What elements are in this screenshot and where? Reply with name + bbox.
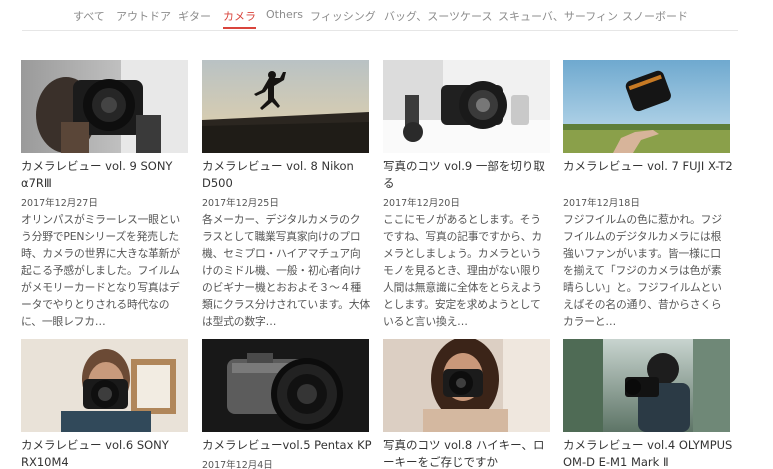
- article-date: 2017年12月4日: [202, 460, 273, 469]
- category-nav: すべて アウトドア ギター カメラ Others フィッシング バッグ、スーツケース スキュー…: [0, 0, 773, 31]
- article-date: 2017年12月20日: [383, 198, 460, 209]
- article-date: 2017年12月25日: [202, 198, 279, 209]
- article-excerpt: フジフイルムの色に惹かれ。フジフイルムのデジタルカメラには根強いファンがいます。…: [563, 213, 722, 328]
- article-title[interactable]: カメラレビュー vol.4 OLYMPUS OM-D E-M1 Mark Ⅱ: [563, 437, 733, 469]
- category-tab[interactable]: フィッシング: [310, 8, 376, 24]
- article-title[interactable]: 写真のコツ vol.8 ハイキー、ローキーをご存じですか: [383, 437, 553, 469]
- pentax-camera-photo[interactable]: [202, 339, 369, 432]
- category-tab[interactable]: ギター: [178, 8, 211, 24]
- lens-thrown-in-air-photo[interactable]: [563, 60, 730, 153]
- category-tab[interactable]: Others: [266, 8, 303, 21]
- outdoor-photographer-photo[interactable]: [563, 339, 730, 432]
- category-tab[interactable]: バッグ、スーツケース: [384, 8, 492, 24]
- article-title[interactable]: カメラレビュー vol.6 SONY RX10M4: [21, 437, 191, 469]
- article-title[interactable]: カメラレビュー vol. 7 FUJI X-T2: [563, 158, 733, 175]
- category-tab[interactable]: すべて: [73, 8, 105, 24]
- article-title[interactable]: カメラレビュー vol. 8 Nikon D500: [202, 158, 372, 192]
- category-tab[interactable]: カメラ: [223, 8, 256, 29]
- article-date: 2017年12月18日: [563, 198, 640, 209]
- article-title[interactable]: カメラレビュー vol. 9 SONY α7RⅢ: [21, 158, 191, 192]
- article-title[interactable]: 写真のコツ vol.9 一部を切り取る: [383, 158, 553, 192]
- article-title[interactable]: カメラレビューvol.5 Pentax KP: [202, 437, 372, 454]
- category-nav-divider: [22, 30, 738, 31]
- category-tab[interactable]: スノーボード: [622, 8, 688, 24]
- article-excerpt: 各メーカー、デジタルカメラのクラスとして職業写真家向けのプロ機、セミプロ・ハイア…: [202, 213, 370, 328]
- woman-with-camera-photo[interactable]: [383, 339, 550, 432]
- jumping-silhouette-photo[interactable]: [202, 60, 369, 153]
- article-date: 2017年12月27日: [21, 198, 98, 209]
- man-with-camera-photo[interactable]: [21, 339, 188, 432]
- camera-held-at-eye-photo[interactable]: [21, 60, 188, 153]
- article-excerpt: オリンパスがミラーレス一眼という分野でPENシリーズを発売した時、カメラの世界に…: [21, 213, 180, 328]
- article-excerpt: ここにモノがあるとします。そうですね、写真の記事ですから、カメラとしましょう。カ…: [383, 213, 542, 328]
- category-tab[interactable]: スキューバ、サーフィン: [498, 8, 618, 24]
- category-tab[interactable]: アウトドア: [116, 8, 171, 24]
- camera-on-table-photo[interactable]: [383, 60, 550, 153]
